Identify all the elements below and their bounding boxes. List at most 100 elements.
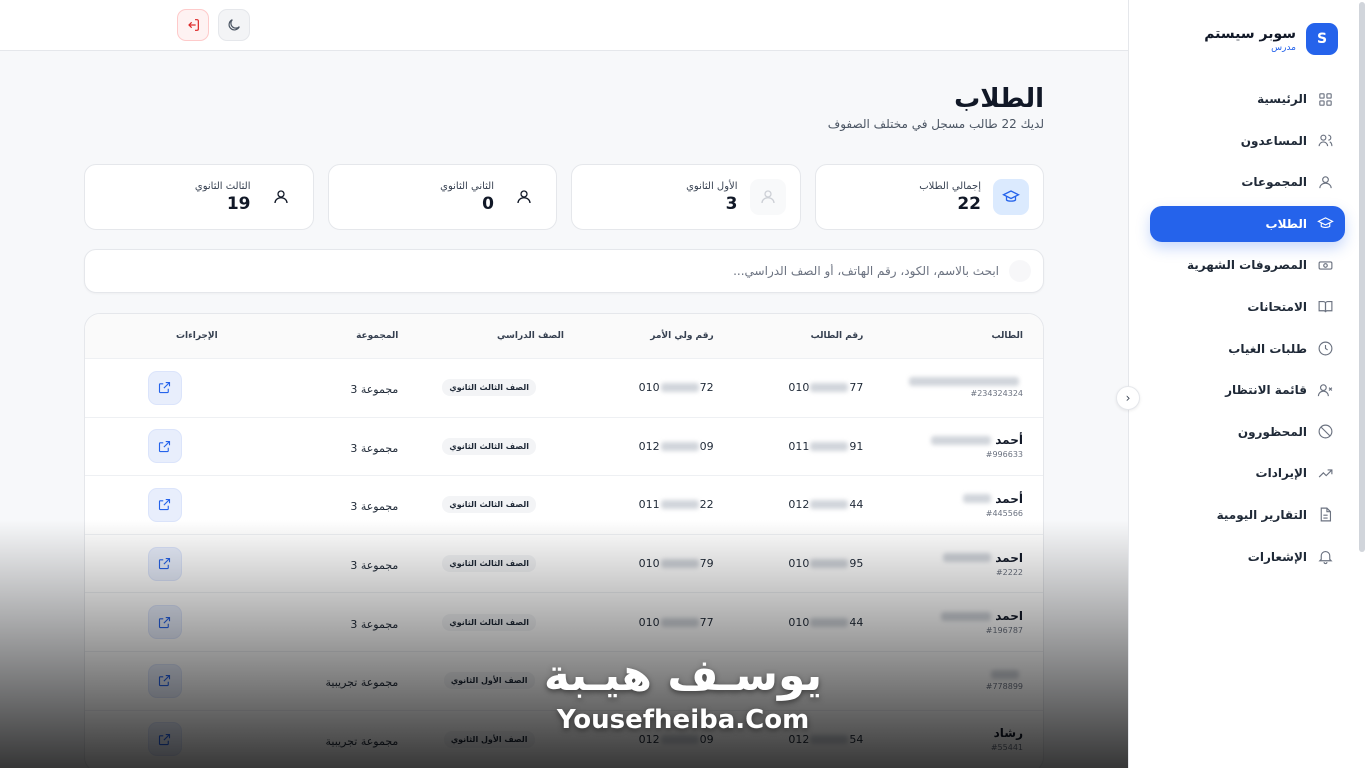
sidebar-scrollbar[interactable]: [1359, 2, 1365, 552]
external-link-icon: [159, 675, 171, 687]
grade-badge: الصف الثالث الثانوي: [442, 496, 536, 514]
sidebar-item-6[interactable]: طلبات الغياب: [1150, 331, 1345, 367]
main-content: الطلاب لديك 22 طالب مسجل في مختلف الصفوف…: [84, 51, 1044, 768]
stat-icon-box: [263, 179, 299, 215]
sidebar-item-label: المحظورون: [1237, 424, 1307, 439]
student-phone: 011 91: [788, 439, 864, 453]
bell-icon: [1318, 551, 1333, 565]
grade-badge: الصف الأول الثانوي: [443, 672, 535, 690]
grade-badge: الصف الثالث الثانوي: [442, 555, 536, 573]
sidebar-nav: الرئيسية المساعدون المجموعات الطلاب المصروفا…: [1129, 81, 1366, 575]
student-name[interactable]: احمد: [863, 551, 1023, 565]
stat-icon-box: [506, 179, 542, 215]
sidebar-item-8[interactable]: المحظورون: [1150, 414, 1345, 450]
open-student-button[interactable]: [147, 429, 182, 464]
students-table: الطالب رقم الطالب رقم ولي الأمر الصف الد…: [84, 313, 1044, 768]
header-actions: الإجراءات: [176, 331, 218, 341]
group-name: مجموعة 3: [350, 617, 399, 631]
stat-value: 22: [957, 193, 981, 214]
header-group[interactable]: المجموعة: [245, 331, 415, 341]
table-header: الطالب رقم الطالب رقم ولي الأمر الصف الد…: [85, 314, 1043, 358]
stat-value: 3: [725, 193, 738, 214]
external-link-icon: [159, 558, 171, 570]
group-name: مجموعة 3: [350, 500, 399, 514]
sidebar-item-2[interactable]: المجموعات: [1150, 164, 1345, 200]
sidebar-item-0[interactable]: الرئيسية: [1150, 81, 1345, 117]
header-grade[interactable]: الصف الدراسي: [414, 331, 564, 341]
group-name: مجموعة 3: [350, 383, 399, 397]
user-icon: [517, 190, 531, 204]
sidebar-item-9[interactable]: الإيرادات: [1150, 455, 1345, 491]
logout-button[interactable]: [177, 9, 209, 41]
sidebar-item-label: المصروفات الشهرية: [1186, 258, 1307, 273]
search-icon: [1009, 260, 1031, 282]
sidebar-item-4[interactable]: المصروفات الشهرية: [1150, 247, 1345, 283]
sidebar-item-label: الإشعارات: [1247, 549, 1307, 564]
student-phone: 012 44: [788, 498, 864, 512]
stat-card: الثاني الثانوي 0: [327, 164, 557, 230]
theme-toggle-button[interactable]: [218, 9, 250, 41]
student-name[interactable]: أحمد: [863, 433, 1023, 447]
student-cell: أحمد #996633: [863, 433, 1043, 459]
open-student-button[interactable]: [147, 487, 182, 522]
external-link-icon: [159, 499, 171, 511]
document-icon: [1320, 507, 1332, 522]
stats-row: إجمالي الطلاب 22 الأول الثانوي 3 الثاني …: [84, 164, 1044, 230]
student-code: #196787: [985, 626, 1023, 636]
parent-phone: 012 09: [638, 439, 714, 453]
parent-phone: 010 79: [638, 557, 714, 571]
search-bar[interactable]: [84, 249, 1044, 293]
open-student-button[interactable]: [147, 722, 182, 757]
search-input[interactable]: [97, 264, 999, 278]
table-row[interactable]: احمد #2222 010 95 010 79 الصف الثالث الثان…: [85, 533, 1043, 593]
student-name[interactable]: احمد: [863, 609, 1023, 623]
student-name[interactable]: [863, 670, 1023, 680]
header-student-phone[interactable]: رقم الطالب: [714, 331, 864, 341]
group-name: مجموعة تجريبية: [325, 734, 399, 748]
sidebar-item-3[interactable]: الطلاب: [1150, 205, 1345, 242]
user-icon: [760, 190, 775, 204]
sidebar-item-label: التقارير اليومية: [1216, 507, 1307, 522]
grade-badge: الصف الثالث الثانوي: [442, 379, 536, 397]
sidebar-item-5[interactable]: الامتحانات: [1150, 289, 1345, 325]
student-code: #778899: [985, 682, 1023, 692]
user-icon: [273, 190, 288, 204]
table-row[interactable]: #234324324 010 77 010 72 الصف الثالث الثان…: [85, 358, 1043, 417]
student-code: #445566: [985, 508, 1023, 518]
table-row[interactable]: احمد #196787 010 44 010 77 الصف الثالث الث…: [85, 592, 1043, 651]
student-name[interactable]: أحمد: [863, 492, 1023, 506]
graduation-cap-icon: [1002, 190, 1020, 202]
student-cell: احمد #2222: [863, 551, 1043, 577]
header-student[interactable]: الطالب: [863, 331, 1043, 341]
sidebar-item-11[interactable]: الإشعارات: [1150, 539, 1345, 575]
open-student-button[interactable]: [147, 605, 182, 640]
student-name[interactable]: رشاد: [863, 726, 1023, 740]
table-row[interactable]: #778899 الصف الأول الثانوي مجموعة تجريبي…: [85, 650, 1043, 710]
sidebar-collapse-button[interactable]: ›: [1116, 386, 1140, 410]
stat-label: الثاني الثانوي: [440, 180, 494, 192]
table-row[interactable]: أحمد #996633 011 91 012 09 الصف الثالث الث…: [85, 416, 1043, 476]
sidebar-item-10[interactable]: التقارير اليومية: [1150, 497, 1345, 533]
student-phone: 012 54: [788, 732, 864, 746]
open-student-button[interactable]: [147, 663, 182, 698]
header-parent-phone[interactable]: رقم ولي الأمر: [564, 331, 713, 341]
external-link-icon: [159, 733, 171, 745]
stat-label: إجمالي الطلاب: [919, 180, 981, 192]
open-student-button[interactable]: [147, 370, 182, 405]
student-code: #55441: [990, 743, 1023, 753]
student-cell: #234324324: [863, 377, 1043, 398]
sidebar: S سوبر سيستم مدرس الرئيسية المساعدون المجم…: [1128, 0, 1366, 768]
trending-up-icon: [1318, 469, 1333, 478]
stat-card: الأول الثانوي 3: [571, 164, 801, 230]
table-row[interactable]: أحمد #445566 012 44 011 22 الصف الثالث الث…: [85, 475, 1043, 534]
sidebar-item-1[interactable]: المساعدون: [1150, 123, 1345, 159]
table-row[interactable]: رشاد #55441 012 54 012 09 الصف الأول الثان…: [85, 709, 1043, 768]
student-name[interactable]: [863, 377, 1023, 387]
student-phone: 010 95: [788, 557, 864, 571]
sidebar-item-7[interactable]: قائمة الانتظار: [1150, 372, 1345, 408]
parent-phone: 012 09: [638, 732, 714, 746]
open-student-button[interactable]: [147, 546, 182, 581]
student-cell: أحمد #445566: [863, 492, 1043, 518]
group-name: مجموعة 3: [350, 441, 399, 455]
table-body: #234324324 010 77 010 72 الصف الثالث الثان…: [85, 358, 1043, 768]
